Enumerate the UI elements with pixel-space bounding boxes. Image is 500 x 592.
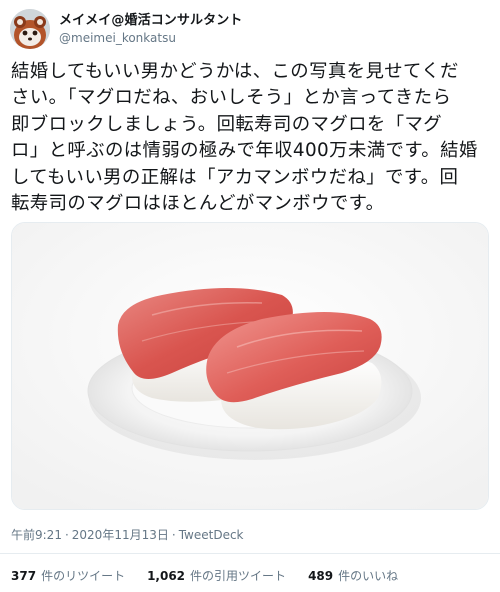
- tweet-photo[interactable]: [11, 222, 489, 510]
- retweets-count: 377: [11, 569, 37, 583]
- likes-label: 件のいいね: [338, 569, 399, 583]
- tweet-text: 結婚してもいい男かどうかは、この写真を見せてくだ さい。「マグロだね、おいしそう…: [11, 61, 478, 215]
- avatar[interactable]: [10, 9, 50, 49]
- divider: [0, 553, 500, 554]
- author-handle[interactable]: @meimei_konkatsu: [59, 30, 242, 47]
- tweet-stats: 377 件のリツイート 1,062 件の引用ツイート 489 件のいいね: [11, 568, 420, 584]
- quotes-stat[interactable]: 1,062 件の引用ツイート: [147, 568, 286, 584]
- tweet-meta: 午前9:21 · 2020年11月13日 · TweetDeck: [11, 527, 244, 543]
- tweet-card: メイメイ@婚活コンサルタント @meimei_konkatsu 結婚してもいい男…: [0, 0, 500, 592]
- meta-separator: ·: [171, 528, 176, 542]
- tweet-time[interactable]: 午前9:21: [11, 528, 62, 542]
- retweets-stat[interactable]: 377 件のリツイート: [11, 568, 125, 584]
- quotes-label: 件の引用ツイート: [190, 569, 287, 583]
- likes-count: 489: [308, 569, 334, 583]
- tweet-source[interactable]: TweetDeck: [179, 528, 244, 542]
- tweet-date[interactable]: 2020年11月13日: [72, 528, 169, 542]
- meta-separator: ·: [64, 528, 69, 542]
- quotes-count: 1,062: [147, 569, 186, 583]
- author-names: メイメイ@婚活コンサルタント @meimei_konkatsu: [59, 12, 242, 47]
- likes-stat[interactable]: 489 件のいいね: [308, 568, 398, 584]
- tweet-header: メイメイ@婚活コンサルタント @meimei_konkatsu: [10, 7, 242, 51]
- author-display-name[interactable]: メイメイ@婚活コンサルタント: [59, 12, 242, 30]
- sushi-photo-icon: [12, 223, 488, 509]
- red-panda-avatar-icon: [10, 9, 50, 49]
- retweets-label: 件のリツイート: [41, 569, 126, 583]
